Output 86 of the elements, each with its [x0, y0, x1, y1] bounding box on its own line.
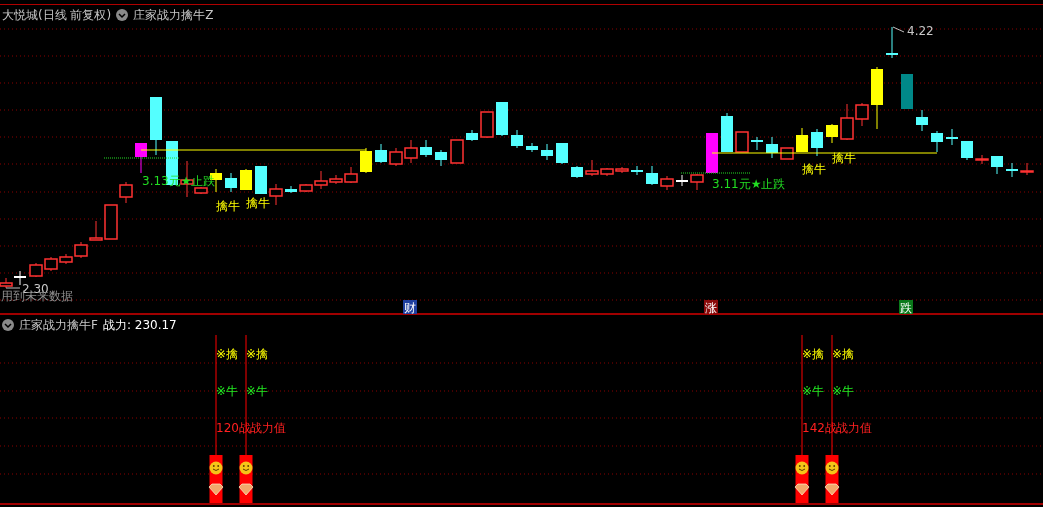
gem-icon [208, 483, 224, 496]
candlestick [29, 262, 43, 278]
candlestick [225, 172, 237, 193]
candlestick [796, 127, 808, 153]
gem-icon [824, 483, 840, 496]
candlestick [450, 139, 464, 164]
candlestick [435, 149, 447, 167]
candlestick [706, 132, 718, 174]
candlestick [646, 165, 658, 186]
event-marker: 跌 [899, 300, 913, 315]
candlestick [285, 185, 297, 194]
candlestick [751, 136, 763, 151]
signal-label: 擒牛 [832, 151, 856, 165]
gem-icon [238, 483, 254, 496]
high-label: 4.22 [907, 24, 934, 38]
candlestick [526, 142, 538, 153]
candlestick [255, 165, 267, 195]
candlestick [811, 128, 823, 157]
candlestick [916, 109, 928, 132]
candlestick [991, 155, 1003, 175]
chevron-icon[interactable] [2, 319, 14, 331]
candlestick [541, 143, 553, 161]
stop-line [680, 172, 751, 174]
candlestick [780, 147, 794, 160]
indicator-name: 庄家战力擒牛Z [133, 8, 214, 22]
candlestick [556, 142, 568, 165]
power-label: 战力值 [250, 421, 286, 435]
candlestick [375, 143, 387, 164]
candlestick [946, 128, 958, 146]
candlestick [14, 270, 26, 286]
smiley-icon [239, 461, 253, 475]
candlestick [269, 183, 283, 206]
power-label: 120战 [216, 421, 251, 435]
signal-label: 擒牛 [246, 196, 270, 210]
stop-label: 3.11元★止跌 [712, 177, 786, 191]
candlestick [931, 130, 943, 153]
chevron-icon[interactable] [116, 9, 129, 21]
signal-label: 擒牛 [802, 162, 826, 176]
event-marker: 涨 [704, 300, 718, 315]
power-reading: 战力: 230.17 [102, 318, 177, 332]
candlestick [240, 168, 252, 191]
bull-label: ※牛 [246, 384, 269, 398]
candlestick [466, 129, 478, 142]
candlestick [496, 101, 508, 137]
candlestick [690, 173, 704, 191]
candlestick [676, 174, 688, 187]
smiley-icon [795, 461, 809, 475]
bull-label: ※牛 [216, 384, 239, 398]
candlestick [1006, 162, 1018, 178]
catch-label: ※擒 [216, 347, 239, 361]
catch-label: ※擒 [246, 347, 269, 361]
smiley-icon [825, 461, 839, 475]
bull-label: ※牛 [832, 384, 855, 398]
gem-icon [794, 483, 810, 496]
stock-title: 大悦城(日线 前复权) [2, 8, 112, 22]
candlestick [44, 256, 58, 272]
bull-label: ※牛 [802, 384, 825, 398]
candlestick [631, 165, 643, 176]
catch-label: ※擒 [802, 347, 825, 361]
candlestick [826, 123, 838, 144]
candlestick [360, 147, 372, 174]
candlestick [135, 142, 147, 174]
indicator-name: 庄家战力擒牛F [19, 318, 98, 332]
candlestick [480, 111, 494, 139]
candlestick [961, 140, 973, 161]
power-label: 战力值 [836, 421, 872, 435]
candlestick [404, 139, 418, 164]
candlestick [975, 154, 989, 165]
candlestick [735, 131, 749, 153]
candlestick [511, 129, 523, 149]
catch-label: ※擒 [832, 347, 855, 361]
candlestick [871, 66, 883, 130]
candlestick [721, 112, 733, 153]
smiley-icon [209, 461, 223, 475]
candlestick [571, 165, 583, 179]
candlestick [660, 175, 674, 191]
candlestick [901, 73, 913, 110]
candlestick [389, 147, 403, 167]
event-marker: 财 [403, 300, 417, 315]
signal-label: 擒牛 [216, 199, 240, 213]
candlestick [420, 139, 432, 158]
candlestick [886, 26, 898, 59]
candlestick [766, 136, 778, 159]
power-label: 142战 [802, 421, 837, 435]
candlestick [1020, 162, 1034, 176]
candlestick [150, 96, 162, 156]
